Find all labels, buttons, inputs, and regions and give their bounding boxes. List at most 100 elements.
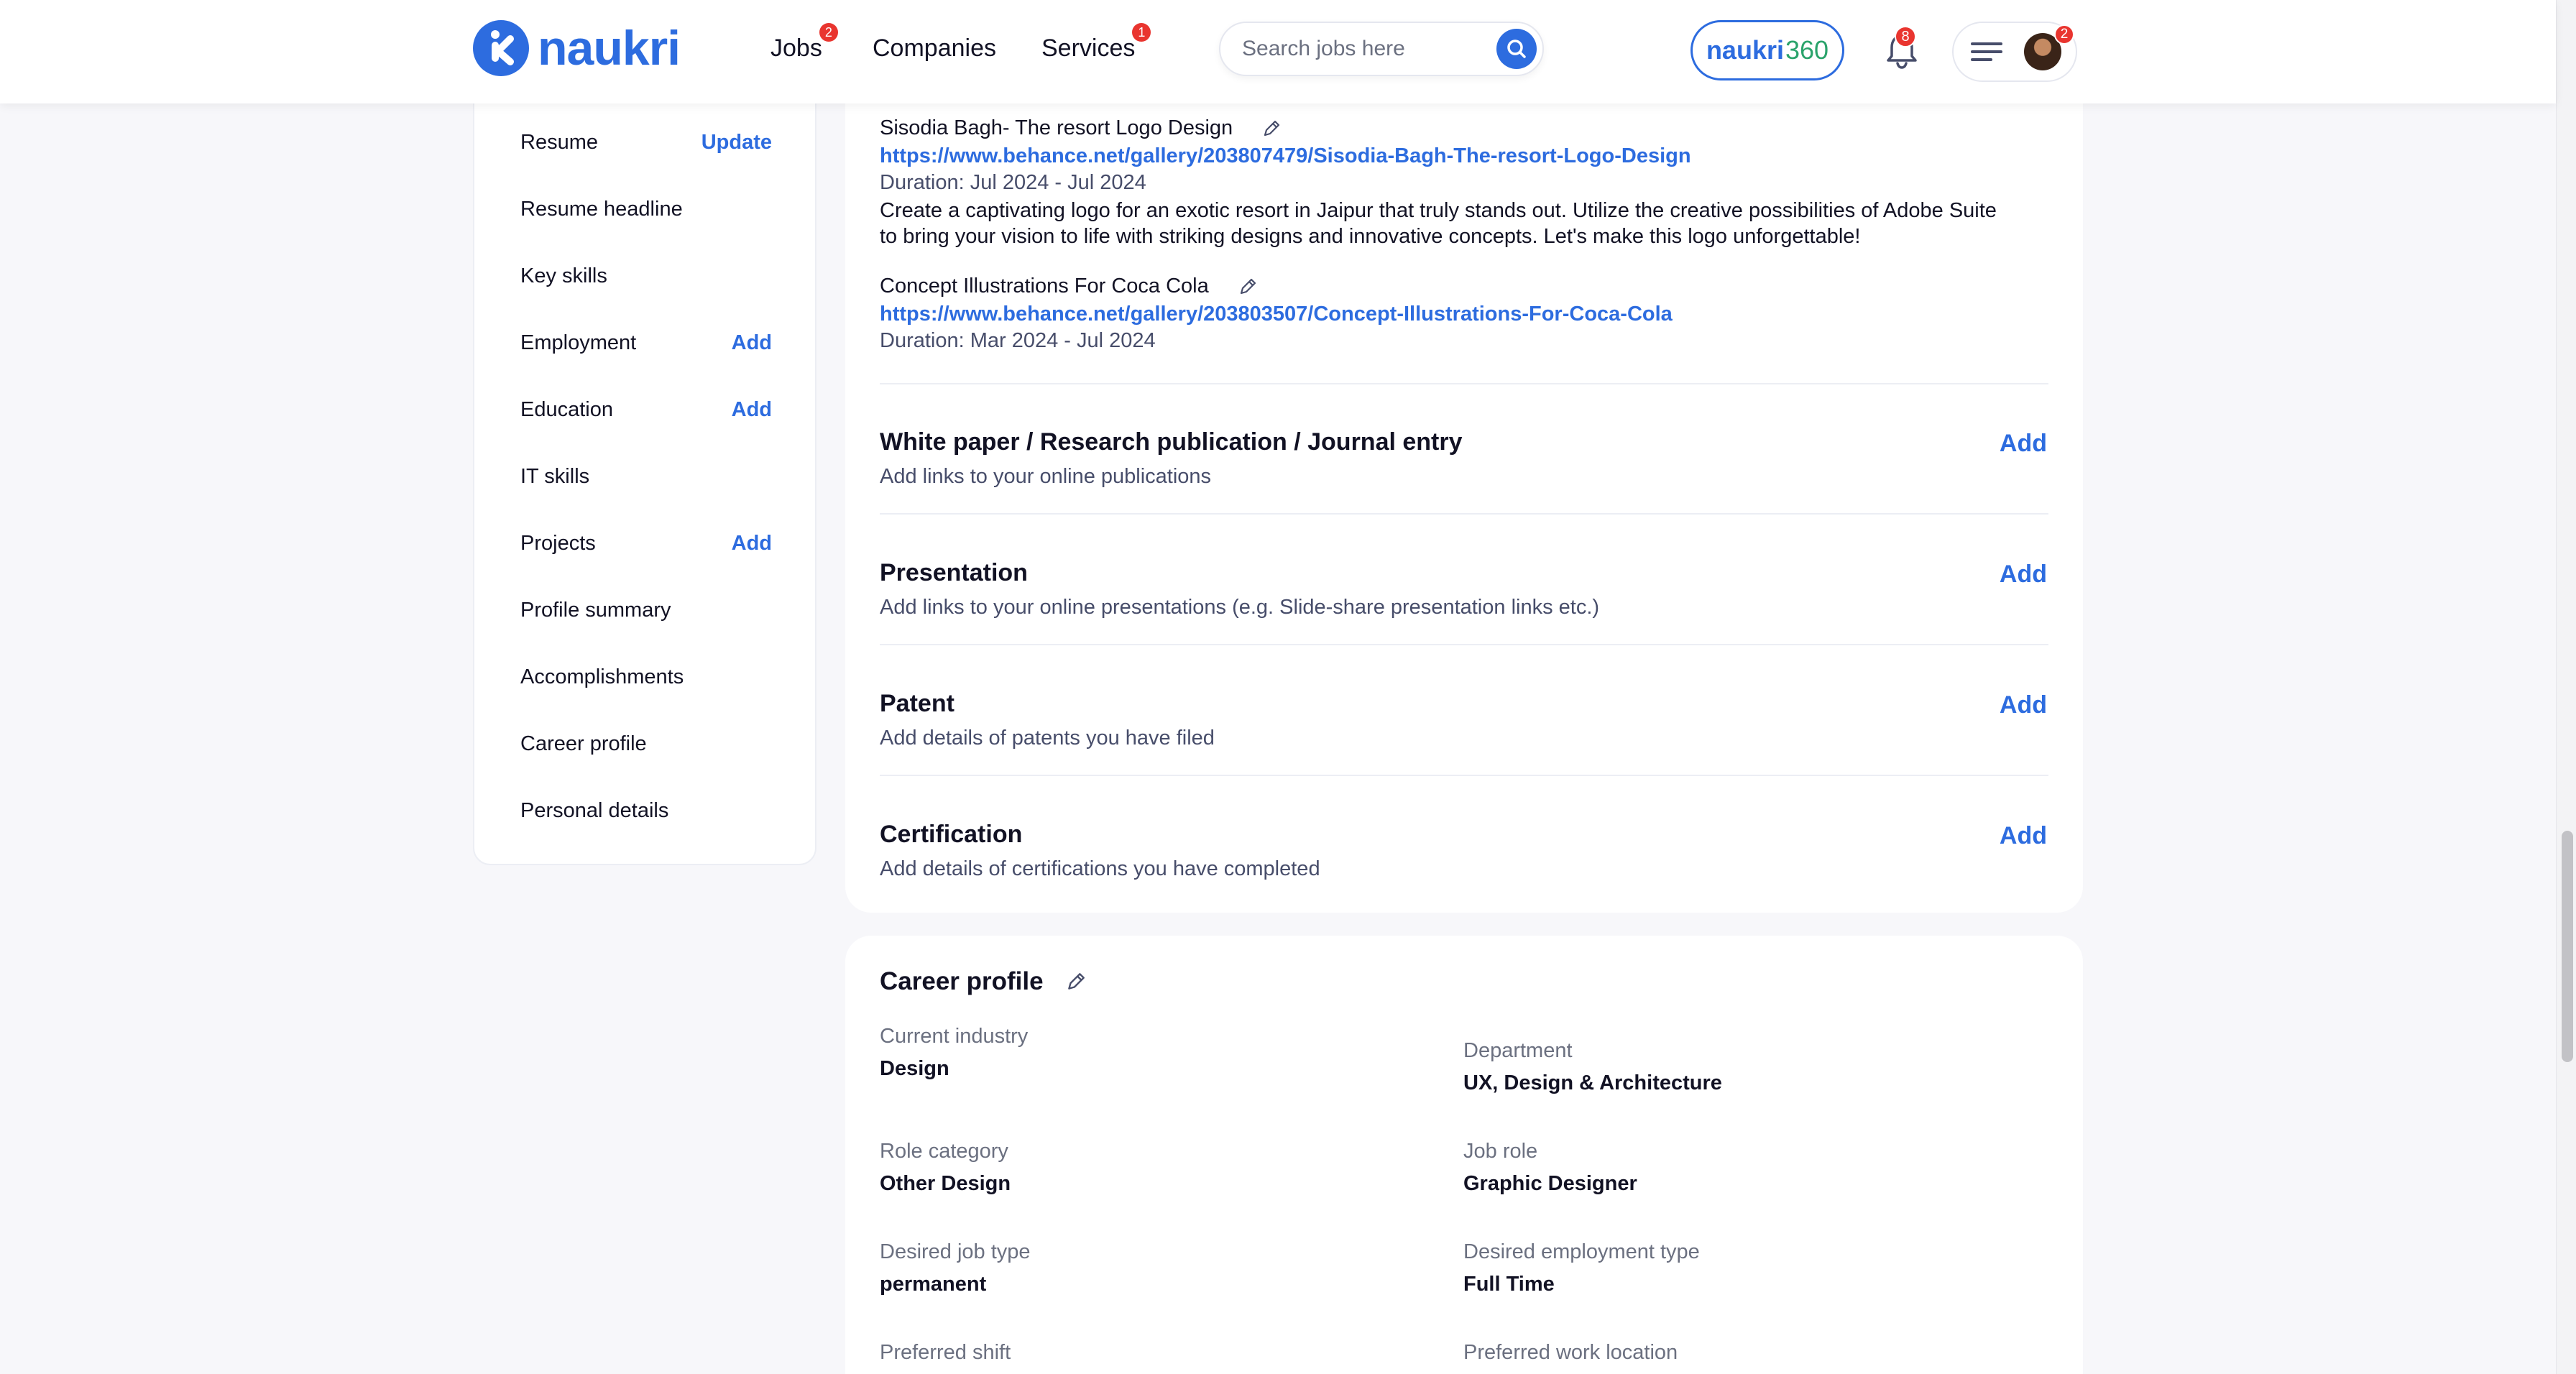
sidebar-item-employment[interactable]: Employment Add (520, 321, 772, 364)
page-scrollbar[interactable] (2556, 0, 2576, 1374)
sidebar-item-it-skills[interactable]: IT skills (520, 455, 772, 498)
add-white-paper-button[interactable]: Add (2000, 430, 2047, 458)
sidebar-item-projects[interactable]: Projects Add (520, 522, 772, 565)
nav-jobs-label: Jobs (770, 34, 822, 62)
sidebar-item-label: Resume (520, 130, 598, 154)
field-job-role: Job role Graphic Designer (1463, 1140, 1637, 1196)
sidebar-item-label: Resume headline (520, 197, 683, 221)
sidebar-item-resume[interactable]: Resume Update (520, 121, 772, 164)
nav-jobs[interactable]: Jobs 2 (770, 23, 838, 63)
jobs-badge: 2 (819, 23, 838, 42)
divider (880, 775, 2048, 776)
search-input[interactable] (1242, 37, 1479, 61)
field-value: permanent (880, 1273, 987, 1296)
sidebar-item-personal-details[interactable]: Personal details (520, 789, 772, 832)
field-preferred-work-location: Preferred work location (1463, 1341, 1678, 1365)
sidebar-item-label: Education (520, 397, 613, 421)
sidebar-item-key-skills[interactable]: Key skills (520, 254, 772, 298)
field-value: Other Design (880, 1172, 1011, 1195)
sidebar-item-career-profile[interactable]: Career profile (520, 722, 772, 765)
project-entry: Concept Illustrations For Coca Cola http… (880, 275, 2044, 353)
field-desired-employment-type: Desired employment type Full Time (1463, 1240, 1700, 1296)
field-label: Department (1463, 1039, 1573, 1062)
field-value: Design (880, 1057, 949, 1080)
search-bar (1219, 22, 1544, 76)
field-department: Department UX, Design & Architecture (1463, 1039, 1722, 1095)
project-description: Create a captivating logo for an exotic … (880, 199, 1997, 248)
update-resume-link[interactable]: Update (702, 131, 772, 155)
certification-section: Certification Add details of certificati… (880, 821, 2048, 881)
services-badge: 1 (1132, 23, 1151, 42)
search-button[interactable] (1496, 29, 1537, 69)
nav-companies[interactable]: Companies (873, 34, 996, 63)
sidebar-item-education[interactable]: Education Add (520, 388, 772, 431)
naukri360-button[interactable]: naukri 360 (1690, 20, 1844, 80)
presentation-section: Presentation Add links to your online pr… (880, 559, 2048, 619)
field-role-category: Role category Other Design (880, 1140, 1011, 1196)
naukri-logo[interactable]: naukri (473, 20, 681, 76)
projects-accomplishments-card: Sisodia Bagh- The resort Logo Design htt… (845, 29, 2083, 913)
project-duration: Duration: Mar 2024 - Jul 2024 (880, 329, 1156, 352)
sidebar-item-profile-summary[interactable]: Profile summary (520, 589, 772, 632)
pencil-edit-icon[interactable] (1238, 277, 1258, 297)
field-current-industry: Current industry Design (880, 1025, 1028, 1081)
add-certification-button[interactable]: Add (2000, 822, 2047, 850)
section-title: White paper / Research publication / Jou… (880, 428, 1463, 456)
sidebar-item-label: Profile summary (520, 598, 671, 622)
field-label: Role category (880, 1140, 1008, 1163)
sidebar-item-accomplishments[interactable]: Accomplishments (520, 655, 772, 698)
field-value: UX, Design & Architecture (1463, 1071, 1722, 1094)
add-presentation-button[interactable]: Add (2000, 561, 2047, 589)
nav-services[interactable]: Services 1 (1041, 23, 1151, 63)
project-entry: Sisodia Bagh- The resort Logo Design htt… (880, 116, 2044, 249)
add-employment-link[interactable]: Add (732, 331, 772, 355)
project-title-row: Concept Illustrations For Coca Cola (880, 275, 2044, 298)
project-title-row: Sisodia Bagh- The resort Logo Design (880, 116, 2044, 140)
divider (880, 513, 2048, 515)
pencil-edit-icon[interactable] (1065, 971, 1087, 992)
pencil-edit-icon[interactable] (1261, 119, 1282, 139)
section-title: Patent (880, 690, 954, 717)
sidebar-item-label: Personal details (520, 798, 669, 822)
field-label: Preferred work location (1463, 1341, 1678, 1364)
avatar-badge: 2 (2054, 24, 2074, 45)
top-header: naukri Jobs 2 Companies Services 1 naukr… (0, 0, 2556, 103)
patent-section: Patent Add details of patents you have f… (880, 690, 2048, 750)
field-label: Desired job type (880, 1240, 1031, 1263)
field-desired-job-type: Desired job type permanent (880, 1240, 1031, 1296)
nav-companies-label: Companies (873, 34, 996, 62)
sidebar-item-label: Projects (520, 531, 596, 555)
add-project-link[interactable]: Add (732, 532, 772, 555)
section-title: Presentation (880, 559, 1028, 586)
sidebar-item-resume-headline[interactable]: Resume headline (520, 188, 772, 231)
white-paper-section: White paper / Research publication / Jou… (880, 428, 2048, 489)
add-patent-button[interactable]: Add (2000, 691, 2047, 719)
sidebar-item-label: Key skills (520, 264, 607, 287)
hamburger-menu-icon (1971, 37, 2002, 66)
project-link[interactable]: https://www.behance.net/gallery/20380350… (880, 303, 2044, 326)
sidebar-item-label: Accomplishments (520, 665, 684, 688)
career-profile-title: Career profile (880, 967, 1044, 995)
field-label: Job role (1463, 1140, 1538, 1163)
project-link[interactable]: https://www.behance.net/gallery/20380747… (880, 144, 2044, 168)
sidebar-item-label: Career profile (520, 732, 647, 755)
quick-links-sidebar: Resume Update Resume headline Key skills… (473, 72, 816, 865)
nav-services-label: Services (1041, 34, 1136, 62)
naukri360-number: 360 (1785, 35, 1829, 65)
scrollbar-thumb[interactable] (2562, 831, 2573, 1062)
naukri360-brand: naukri (1706, 35, 1784, 65)
field-preferred-shift: Preferred shift (880, 1341, 1011, 1365)
career-profile-card: Career profile Current industry Design D… (845, 936, 2083, 1374)
section-subtitle: Add details of patents you have filed (880, 727, 1215, 750)
section-subtitle: Add details of certifications you have c… (880, 857, 1320, 880)
add-education-link[interactable]: Add (732, 398, 772, 422)
divider (880, 644, 2048, 645)
section-subtitle: Add links to your online presentations (… (880, 596, 1600, 619)
project-title: Sisodia Bagh- The resort Logo Design (880, 116, 1233, 139)
field-label: Preferred shift (880, 1341, 1011, 1364)
section-title: Certification (880, 821, 1023, 848)
field-value: Full Time (1463, 1273, 1555, 1296)
sidebar-item-label: IT skills (520, 464, 590, 488)
career-profile-header: Career profile (880, 967, 1087, 996)
section-subtitle: Add links to your online publications (880, 465, 1212, 488)
